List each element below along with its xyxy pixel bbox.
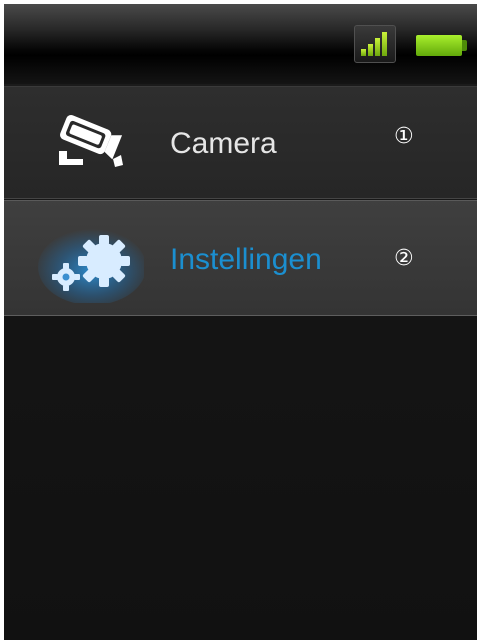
camera-icon — [59, 115, 123, 167]
menu-item-settings[interactable]: Instellingen ② — [4, 200, 477, 316]
battery-tip — [462, 40, 467, 51]
device-screen: Camera ① Instellingen ② — [4, 4, 477, 640]
menu-item-number: ① — [394, 123, 414, 148]
menu-item-number: ② — [394, 245, 414, 270]
menu-item-camera[interactable]: Camera ① — [4, 86, 477, 199]
status-bar — [4, 4, 477, 84]
gears-icon — [38, 229, 144, 303]
menu-item-label: Camera — [170, 127, 277, 160]
empty-content-area — [4, 316, 477, 640]
battery-icon — [416, 35, 462, 56]
menu-item-label: Instellingen — [170, 243, 322, 276]
signal-strength-icon — [354, 25, 396, 63]
